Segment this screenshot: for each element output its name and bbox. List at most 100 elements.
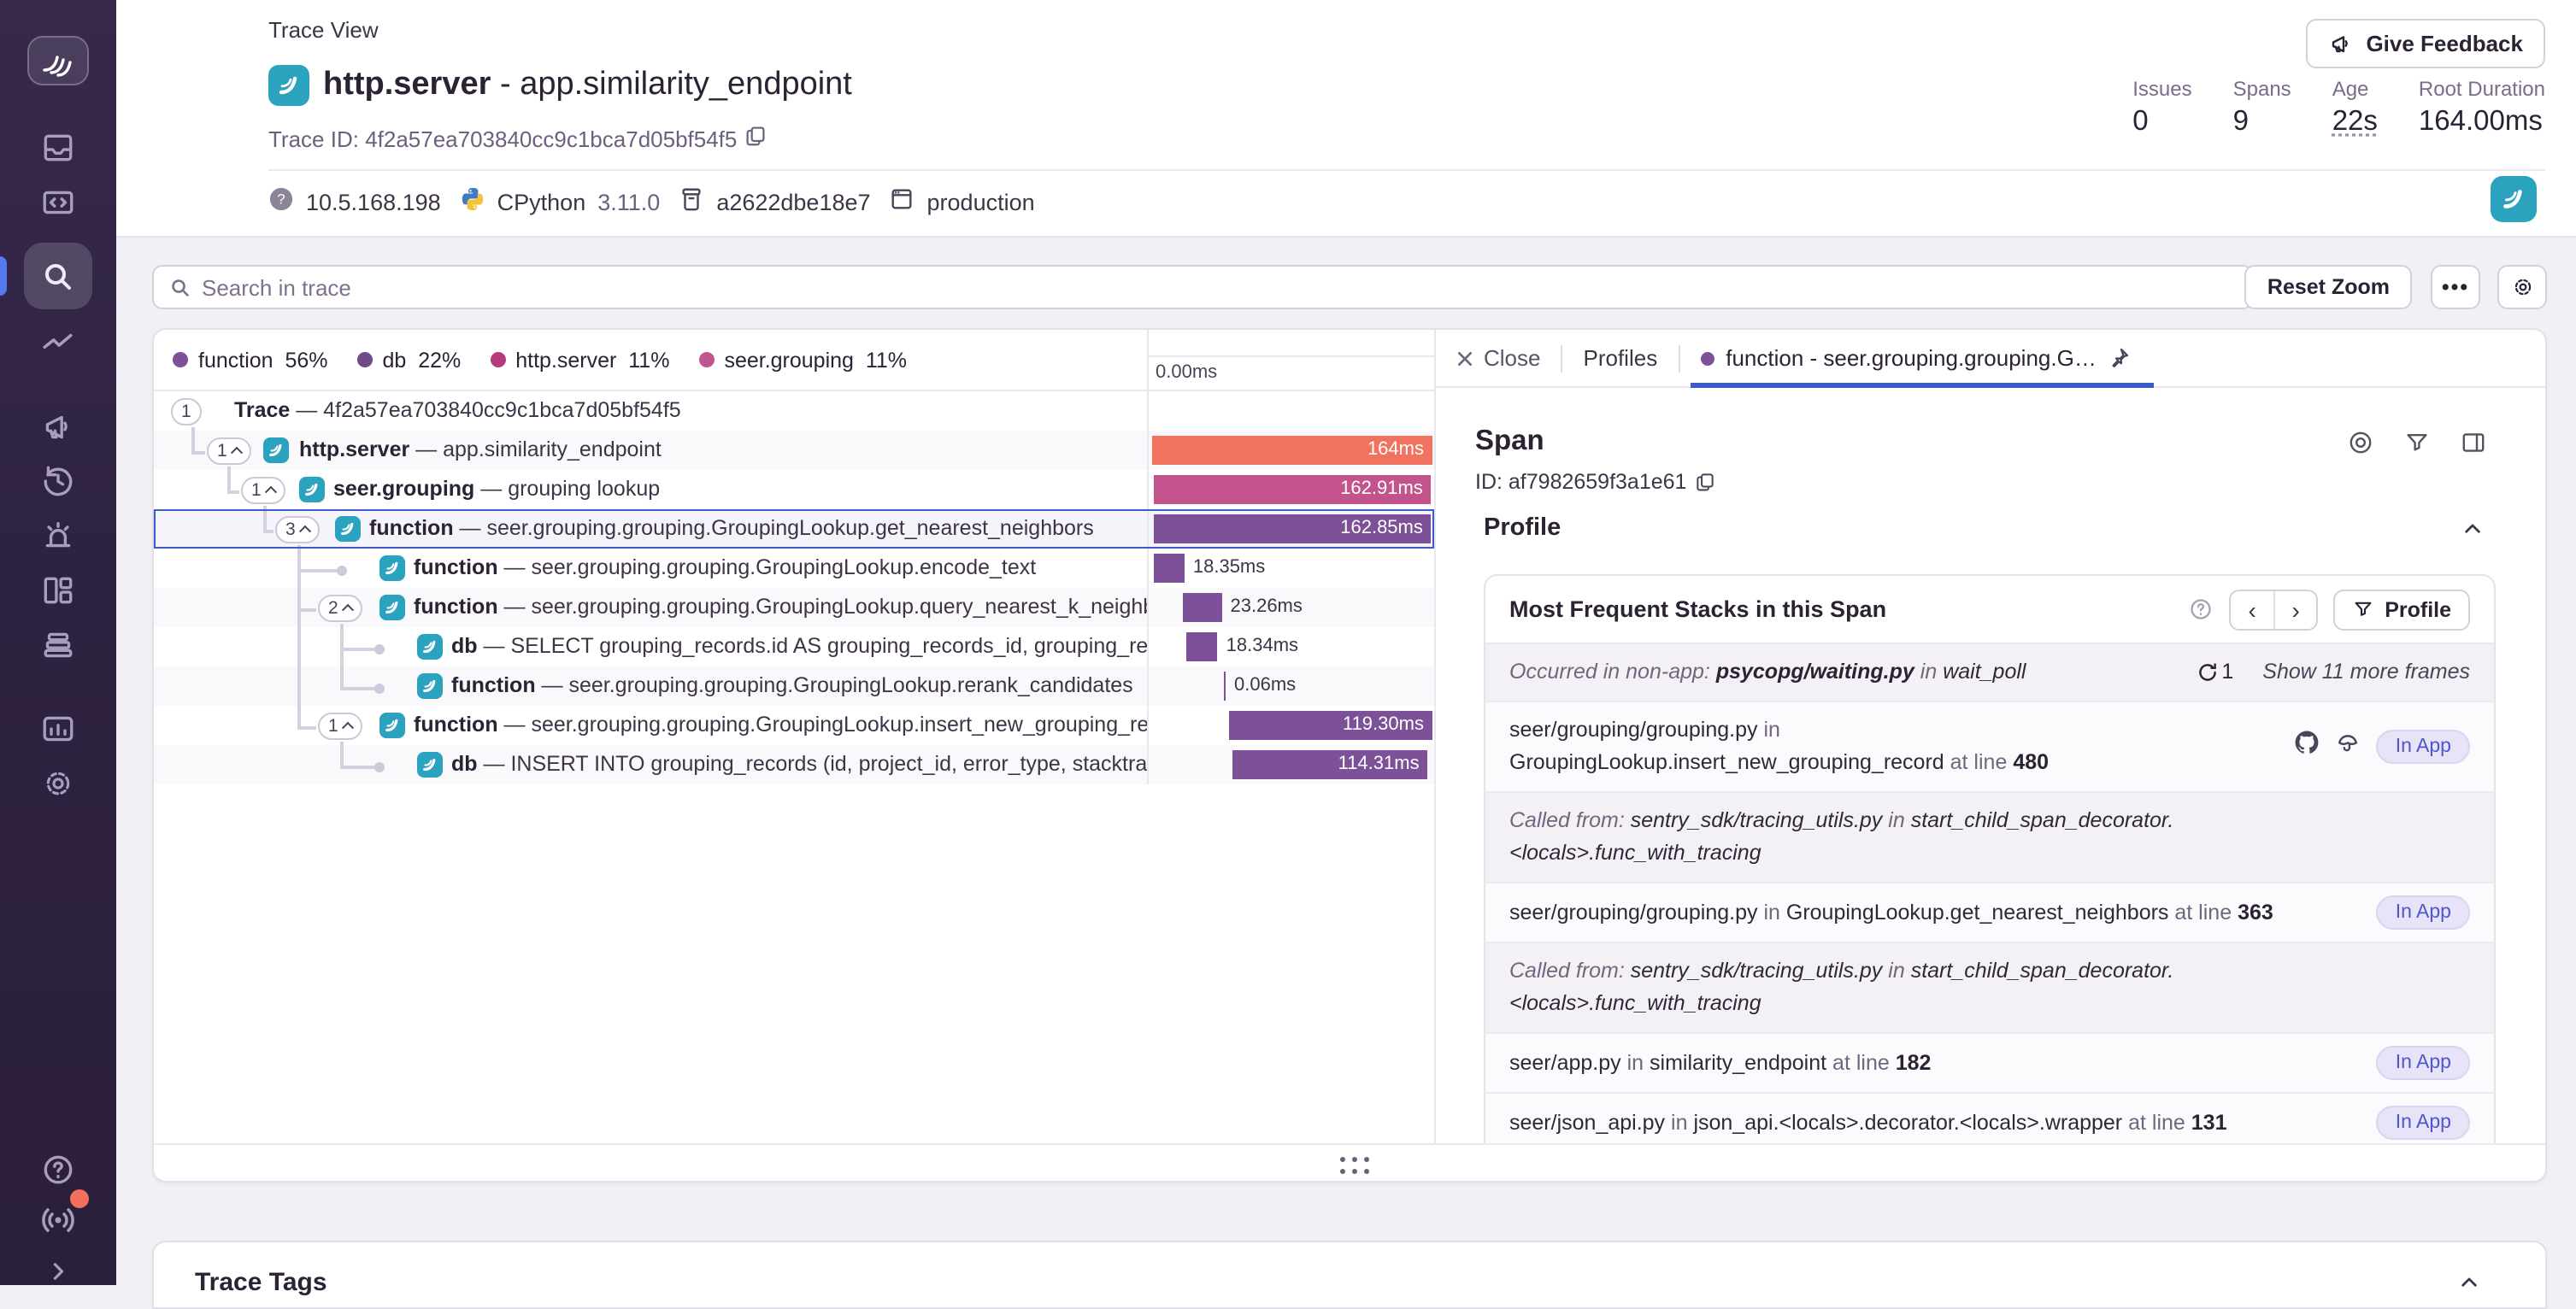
span-op-icon [379, 595, 405, 620]
tab-active-span[interactable]: function - seer.grouping.grouping.G… [1700, 329, 2138, 387]
replays-icon[interactable] [40, 463, 76, 499]
issues-icon[interactable] [40, 130, 76, 166]
span-detail-panel: Close Profiles function - seer.grouping.… [1434, 330, 2547, 1143]
meta-item[interactable]: ?10.5.168.198 [268, 186, 441, 217]
give-feedback-button[interactable]: Give Feedback [2306, 19, 2545, 68]
stat-label: Issues [2132, 77, 2191, 101]
span-tree-row[interactable]: function — seer.grouping.grouping.Groupi… [154, 666, 1434, 706]
settings-icon[interactable] [40, 766, 76, 801]
tab-profiles[interactable]: Profiles [1584, 345, 1658, 371]
in-app-badge: In App [2377, 1106, 2470, 1140]
broadcast-icon[interactable] [39, 1201, 77, 1239]
tree-connector [297, 545, 300, 726]
duration-bar[interactable] [1182, 593, 1222, 622]
frame-actions: In App [2377, 1046, 2470, 1080]
search-nav-icon[interactable] [24, 243, 92, 309]
stat-root-duration: Root Duration164.00ms [2419, 77, 2545, 138]
stat-value[interactable]: 22s [2332, 106, 2378, 138]
span-label: function — seer.grouping.grouping.Groupi… [414, 549, 1036, 588]
span-label: Trace — 4f2a57ea703840cc9c1bca7d05bf54f5 [234, 391, 681, 431]
duration-bar[interactable] [1153, 554, 1185, 583]
collapse-icon[interactable] [43, 1256, 74, 1287]
chevron-up-icon[interactable] [2461, 518, 2484, 540]
help-icon[interactable] [40, 1152, 76, 1188]
stack-frame-row[interactable]: seer/json_api.py in json_api.<locals>.de… [1485, 1094, 2494, 1143]
stat-value: 9 [2233, 106, 2291, 138]
children-count-badge[interactable]: 1 [207, 437, 251, 464]
span-tree-row[interactable]: 1seer.grouping — grouping lookup162.91ms [154, 470, 1434, 509]
children-count-badge[interactable]: 1 [171, 397, 202, 425]
stats-icon[interactable] [40, 711, 76, 747]
trace-tags-panel: Trace Tags [152, 1241, 2547, 1309]
explore-icon[interactable] [40, 185, 76, 220]
stack-meta-row: Called from: sentry_sdk/tracing_utils.py… [1485, 943, 2494, 1034]
legend-item[interactable]: seer.grouping 11% [698, 348, 907, 372]
span-tree-row[interactable]: 3 function — seer.grouping.grouping.Group… [154, 509, 1434, 549]
panel-layout-icon[interactable] [2460, 429, 2487, 456]
legend-label: function 56% [198, 348, 328, 372]
pin-icon[interactable] [2108, 347, 2131, 369]
span-label: function — seer.grouping.grouping.Groupi… [369, 509, 1094, 549]
filter-icon[interactable] [2403, 429, 2431, 456]
dashboards-icon[interactable] [40, 572, 76, 608]
tree-connector [340, 624, 343, 687]
copy-icon[interactable] [745, 125, 766, 152]
help-circle-icon[interactable] [2188, 596, 2214, 622]
frame-actions: In App [2377, 895, 2470, 930]
seer-icon-corner[interactable] [2491, 176, 2537, 222]
span-label: function — seer.grouping.grouping.Groupi… [451, 666, 1133, 706]
children-count-badge[interactable]: 3 [275, 515, 320, 543]
span-tree-row[interactable]: 1 Trace — 4f2a57ea703840cc9c1bca7d05bf54f… [154, 391, 1434, 431]
title-sep: - [491, 67, 520, 103]
trace-id: Trace ID: 4f2a57ea703840cc9c1bca7d05bf54… [268, 125, 766, 152]
performance-icon[interactable] [40, 325, 76, 361]
releases-icon[interactable] [40, 627, 76, 663]
focus-icon[interactable] [2347, 429, 2374, 456]
github-icon[interactable] [2295, 729, 2320, 754]
stack-frame-row[interactable]: seer/grouping/grouping.py in GroupingLoo… [1485, 702, 2494, 793]
frame-text: Called from: sentry_sdk/tracing_utils.py… [1509, 955, 2470, 1020]
legend-item[interactable]: http.server 11% [490, 348, 669, 372]
filter-icon [2352, 598, 2374, 620]
open-profile-button[interactable]: Profile [2333, 589, 2470, 630]
feedback-megaphone-icon[interactable] [40, 408, 76, 444]
package-icon [679, 186, 704, 217]
tab-active-label: function - seer.grouping.grouping.G… [1726, 345, 2097, 371]
show-more-frames-link[interactable]: Show 11 more frames [2262, 656, 2470, 689]
meta-item[interactable]: production [890, 186, 1035, 217]
stat-label: Spans [2233, 77, 2291, 101]
children-count-badge[interactable]: 2 [318, 594, 362, 621]
children-count-badge[interactable]: 1 [318, 712, 362, 739]
chevron-up-icon[interactable] [2458, 1271, 2480, 1294]
next-stack-button[interactable]: › [2273, 590, 2316, 628]
more-options-button[interactable]: ••• [2431, 265, 2480, 309]
copy-icon[interactable] [1695, 472, 1714, 492]
close-tab-button[interactable]: Close [1456, 345, 1541, 371]
span-tree-row[interactable]: db — SELECT grouping_records.id AS group… [154, 627, 1434, 666]
duration-bar-cell [1147, 391, 1434, 431]
span-tree-row[interactable]: 1http.server — app.similarity_endpoint16… [154, 431, 1434, 470]
span-tree-row[interactable]: db — INSERT INTO grouping_records (id, p… [154, 745, 1434, 784]
trace-settings-button[interactable] [2497, 265, 2547, 309]
duration-bar[interactable] [1224, 672, 1226, 701]
prev-stack-button[interactable]: ‹ [2231, 590, 2273, 628]
stack-frame-row[interactable]: seer/app.py in similarity_endpoint at li… [1485, 1034, 2494, 1094]
reset-zoom-button[interactable]: Reset Zoom [2245, 265, 2412, 309]
meta-item[interactable]: a2622dbe18e7 [679, 186, 870, 217]
legend-item[interactable]: function 56% [173, 348, 328, 372]
sentry-logo[interactable] [27, 36, 89, 85]
stack-frame-row[interactable]: seer/grouping/grouping.py in GroupingLoo… [1485, 883, 2494, 943]
panel-resize-strip[interactable] [154, 1143, 2545, 1183]
span-tree-row[interactable]: 2function — seer.grouping.grouping.Group… [154, 588, 1434, 627]
legend-item[interactable]: db 22% [357, 348, 462, 372]
header-divider [268, 169, 2545, 171]
children-count-badge[interactable]: 1 [241, 476, 285, 503]
seer-umbrella-icon[interactable] [2336, 729, 2361, 754]
meta-text: CPython [497, 189, 586, 214]
meta-item[interactable]: CPython3.11.0 [460, 186, 661, 217]
search-input[interactable]: Search in trace [152, 265, 2253, 309]
drag-handle-icon[interactable] [1340, 1157, 1371, 1176]
duration-bar[interactable] [1186, 632, 1218, 661]
span-tree-row[interactable]: 1function — seer.grouping.grouping.Group… [154, 706, 1434, 745]
alerts-icon[interactable] [40, 518, 76, 554]
